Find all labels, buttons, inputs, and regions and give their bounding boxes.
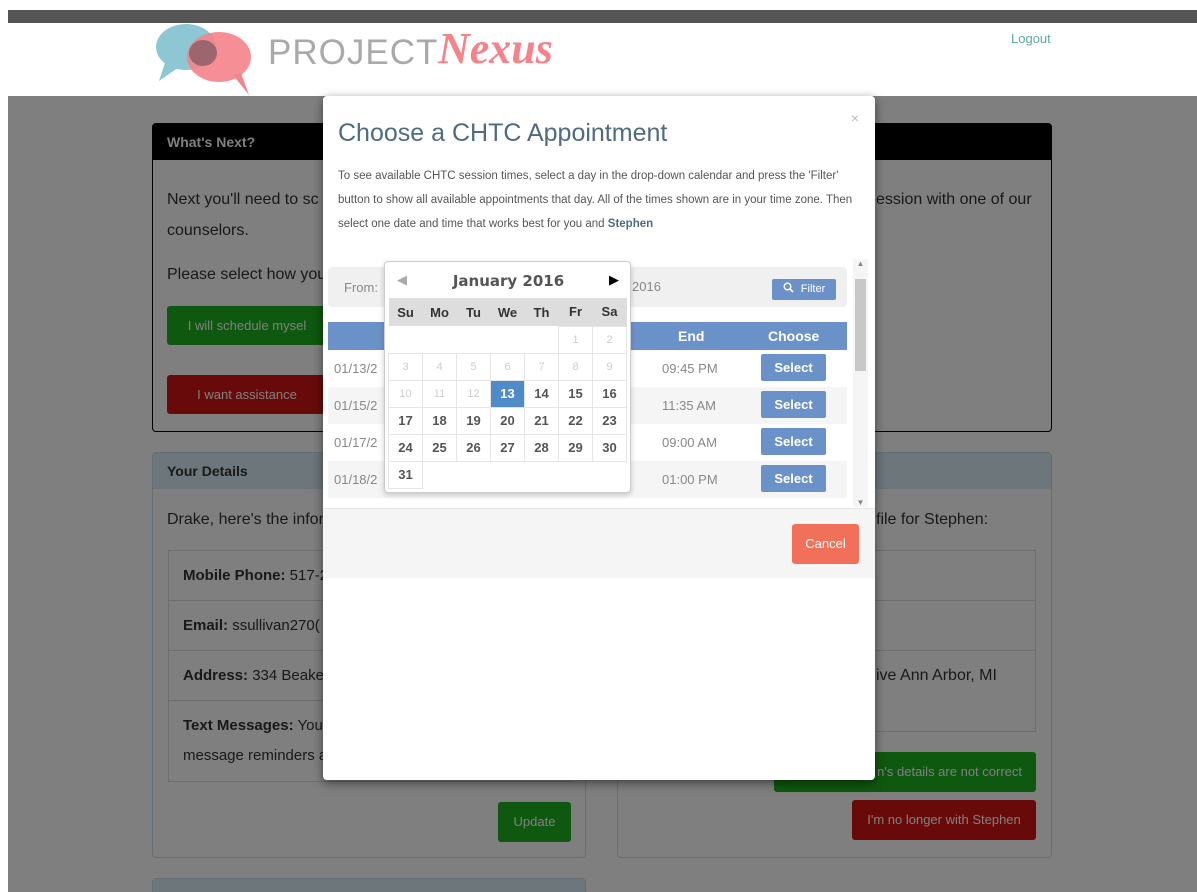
calendar-empty-cell	[559, 461, 593, 488]
calendar-empty-cell	[525, 461, 559, 488]
calendar-empty-cell	[423, 461, 457, 488]
calendar-day-disabled: 5	[456, 352, 491, 381]
calendar-day-disabled: 12	[456, 379, 491, 408]
row-date: 01/15/2	[334, 398, 378, 413]
select-button[interactable]: Select	[761, 391, 826, 418]
calendar-day[interactable]: 19	[456, 406, 491, 435]
row-end: 09:45 PM	[662, 361, 718, 376]
datepicker-popup: ◀ January 2016 ▶ Su Mo Tu We Th Fr Sa 1 …	[384, 261, 631, 493]
calendar-day-disabled: 3	[388, 352, 423, 381]
calendar-day-disabled: 2	[592, 325, 627, 354]
select-button[interactable]: Select	[761, 465, 826, 492]
weekday-header: Tu	[456, 298, 491, 326]
datepicker-month: January 2016	[452, 272, 565, 290]
calendar-day-disabled: 10	[388, 379, 423, 408]
row-date: 01/13/2	[334, 361, 378, 376]
vertical-scrollbar[interactable]: ▲ ▼	[853, 259, 868, 507]
calendar-day[interactable]: 27	[490, 433, 525, 462]
select-button[interactable]: Select	[761, 354, 826, 381]
calendar-empty-cell	[491, 461, 525, 488]
calendar-day[interactable]: 21	[524, 406, 559, 435]
modal-title: Choose a CHTC Appointment	[338, 119, 668, 147]
logout-link[interactable]: Logout	[1011, 31, 1051, 46]
calendar-day[interactable]: 31	[388, 460, 423, 489]
calendar-empty-cell	[457, 461, 491, 488]
modal-description-partner: Stephen	[607, 218, 654, 230]
calendar-day[interactable]: 26	[456, 433, 491, 462]
speech-bubbles-icon	[156, 24, 251, 95]
col-end-header: End	[678, 328, 705, 344]
scroll-down-icon[interactable]: ▼	[853, 498, 868, 507]
calendar-day[interactable]: 30	[592, 433, 627, 462]
scroll-up-icon[interactable]: ▲	[853, 259, 868, 268]
calendar-empty-cell	[389, 326, 423, 353]
calendar-day[interactable]: 15	[558, 379, 593, 408]
calendar-empty-cell	[593, 461, 627, 488]
row-date: 01/17/2	[334, 435, 378, 450]
select-button[interactable]: Select	[761, 428, 826, 455]
calendar-day[interactable]: 23	[592, 406, 627, 435]
modal-description-text: To see available CHTC session times, sel…	[338, 170, 853, 230]
scrollbar-thumb[interactable]	[855, 279, 866, 371]
weekday-header: Su	[388, 298, 423, 326]
calendar-day[interactable]: 24	[388, 433, 423, 462]
header: PROJECT Nexus Logout	[8, 23, 1197, 96]
calendar-day-selected[interactable]: 13	[490, 379, 525, 408]
row-end: 01:00 PM	[662, 472, 718, 487]
calendar-day-disabled: 9	[592, 352, 627, 381]
filter-button[interactable]: Filter	[772, 279, 836, 300]
row-date: 01/18/2	[334, 472, 378, 487]
weekday-header: Mo	[422, 298, 457, 326]
modal-footer: Cancel	[323, 508, 875, 578]
calendar-day-disabled: 4	[422, 352, 457, 381]
datepicker-grid: Su Mo Tu We Th Fr Sa 1 2 3 4 5 6 7 8 9 1…	[388, 298, 627, 489]
calendar-day[interactable]: 16	[592, 379, 627, 408]
next-month-icon[interactable]: ▶	[609, 272, 619, 288]
from-label: From:	[344, 280, 378, 295]
calendar-day-disabled: 11	[422, 379, 457, 408]
calendar-day[interactable]: 14	[524, 379, 559, 408]
weekday-header: Th	[524, 298, 559, 326]
calendar-day[interactable]: 25	[422, 433, 457, 462]
col-choose-header: Choose	[768, 328, 820, 344]
calendar-day[interactable]: 18	[422, 406, 457, 435]
filter-button-label: Filter	[800, 283, 826, 295]
calendar-day[interactable]: 17	[388, 406, 423, 435]
row-end: 09:00 AM	[662, 435, 717, 450]
calendar-day[interactable]: 22	[558, 406, 593, 435]
weekday-header: Sa	[592, 298, 627, 326]
weekday-header: Fr	[558, 298, 593, 326]
calendar-empty-cell	[525, 326, 559, 353]
calendar-empty-cell	[423, 326, 457, 353]
modal-description: To see available CHTC session times, sel…	[338, 164, 866, 236]
logo-word-project: PROJECT	[268, 33, 439, 72]
calendar-day-disabled: 7	[524, 352, 559, 381]
calendar-empty-cell	[491, 326, 525, 353]
to-date-text[interactable]: 2016	[632, 279, 661, 294]
calendar-day-disabled: 1	[558, 325, 593, 354]
row-end: 11:35 AM	[662, 398, 716, 413]
modal-close-button[interactable]: ×	[851, 110, 859, 126]
logo-word-nexus: Nexus	[438, 24, 553, 73]
calendar-empty-cell	[457, 326, 491, 353]
calendar-day[interactable]: 29	[558, 433, 593, 462]
calendar-day[interactable]: 28	[524, 433, 559, 462]
calendar-day-disabled: 8	[558, 352, 593, 381]
calendar-day-disabled: 6	[490, 352, 525, 381]
weekday-header: We	[490, 298, 525, 326]
calendar-day[interactable]: 20	[490, 406, 525, 435]
cancel-button[interactable]: Cancel	[792, 524, 859, 564]
top-bar	[8, 10, 1197, 23]
search-icon	[783, 282, 794, 293]
logo[interactable]: PROJECT Nexus	[153, 23, 593, 96]
